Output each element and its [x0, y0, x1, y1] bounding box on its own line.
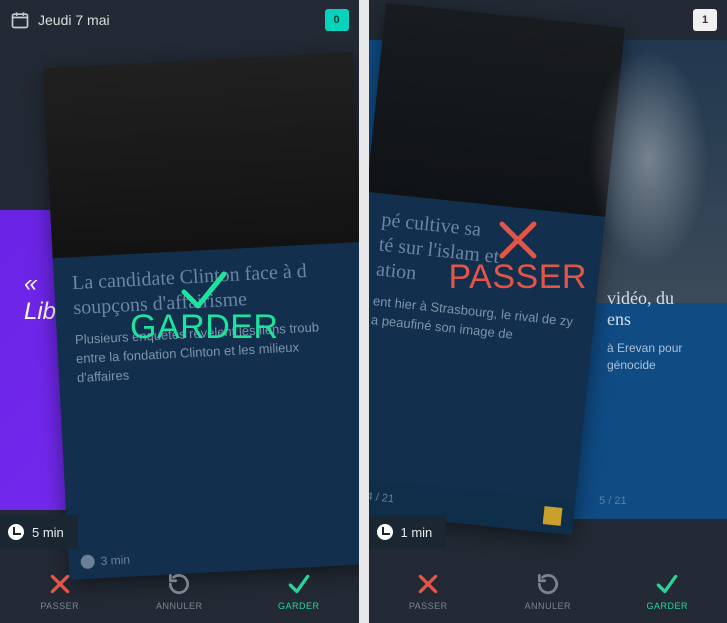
undo-button-label: ANNULER	[156, 601, 203, 611]
kept-count-badge[interactable]: 1	[693, 9, 717, 31]
keep-button-label: GARDER	[278, 601, 320, 611]
article-card[interactable]: La candidate Clinton face à d soupçons d…	[43, 52, 359, 580]
clock-icon	[8, 524, 24, 540]
pass-button-label: PASSER	[409, 601, 448, 611]
publisher-logo	[542, 506, 562, 526]
sword-graphic	[589, 48, 709, 268]
undo-button[interactable]: ANNULER	[503, 571, 593, 611]
pass-button[interactable]: PASSER	[15, 571, 105, 611]
card-stack: vidéo, du ens à Erevan pour génocide 5 /…	[369, 40, 727, 559]
topbar: 1	[369, 0, 727, 40]
clock-icon	[377, 524, 393, 540]
check-icon	[654, 571, 680, 597]
topbar-date: Jeudi 7 mai	[38, 12, 110, 28]
pass-button-label: PASSER	[40, 601, 79, 611]
background-card-text: « Lib	[24, 270, 56, 325]
reading-list-time: 1 min	[401, 525, 433, 540]
keep-button[interactable]: GARDER	[254, 571, 344, 611]
keep-button-label: GARDER	[646, 601, 688, 611]
x-icon	[415, 571, 441, 597]
article-description: ent hier à Strasbourg, le rival de zy a …	[370, 292, 577, 351]
screenshot-right: 1 vidéo, du ens à Erevan pour génocide 5…	[369, 0, 727, 623]
x-icon	[47, 571, 73, 597]
reading-list-time-chip[interactable]: 5 min	[0, 515, 78, 549]
reading-list-time-chip[interactable]: 1 min	[369, 515, 447, 549]
undo-button[interactable]: ANNULER	[134, 571, 224, 611]
keep-button[interactable]: GARDER	[622, 571, 712, 611]
background-card-pager: 5 / 21	[599, 495, 627, 507]
bottom-toolbar: PASSER ANNULER GARDER	[369, 559, 727, 623]
undo-button-label: ANNULER	[524, 601, 571, 611]
reading-list-time: 5 min	[32, 525, 64, 540]
background-card-title: vidéo, du ens	[607, 288, 717, 330]
card-stack: « Lib La candidate Clinton face à d soup…	[0, 40, 359, 559]
bottom-toolbar: PASSER ANNULER GARDER	[0, 559, 359, 623]
calendar-icon[interactable]	[10, 10, 30, 30]
card-index: 4 / 21	[369, 491, 395, 506]
article-title: pé cultive sa té sur l'islam et ation	[375, 208, 586, 304]
article-title: La candidate Clinton face à d soupçons d…	[71, 257, 347, 321]
undo-icon	[166, 571, 192, 597]
check-icon	[286, 571, 312, 597]
article-cover-image	[43, 52, 359, 258]
undo-icon	[535, 571, 561, 597]
topbar: Jeudi 7 mai 0	[0, 0, 359, 40]
screenshot-left: Jeudi 7 mai 0 « Lib La candidate Clinton…	[0, 0, 359, 623]
kept-count-badge[interactable]: 0	[325, 9, 349, 31]
article-description: Plusieurs enquêtes révèlent les liens tr…	[75, 317, 352, 388]
pass-button[interactable]: PASSER	[383, 571, 473, 611]
background-card-desc: à Erevan pour génocide	[607, 340, 717, 374]
